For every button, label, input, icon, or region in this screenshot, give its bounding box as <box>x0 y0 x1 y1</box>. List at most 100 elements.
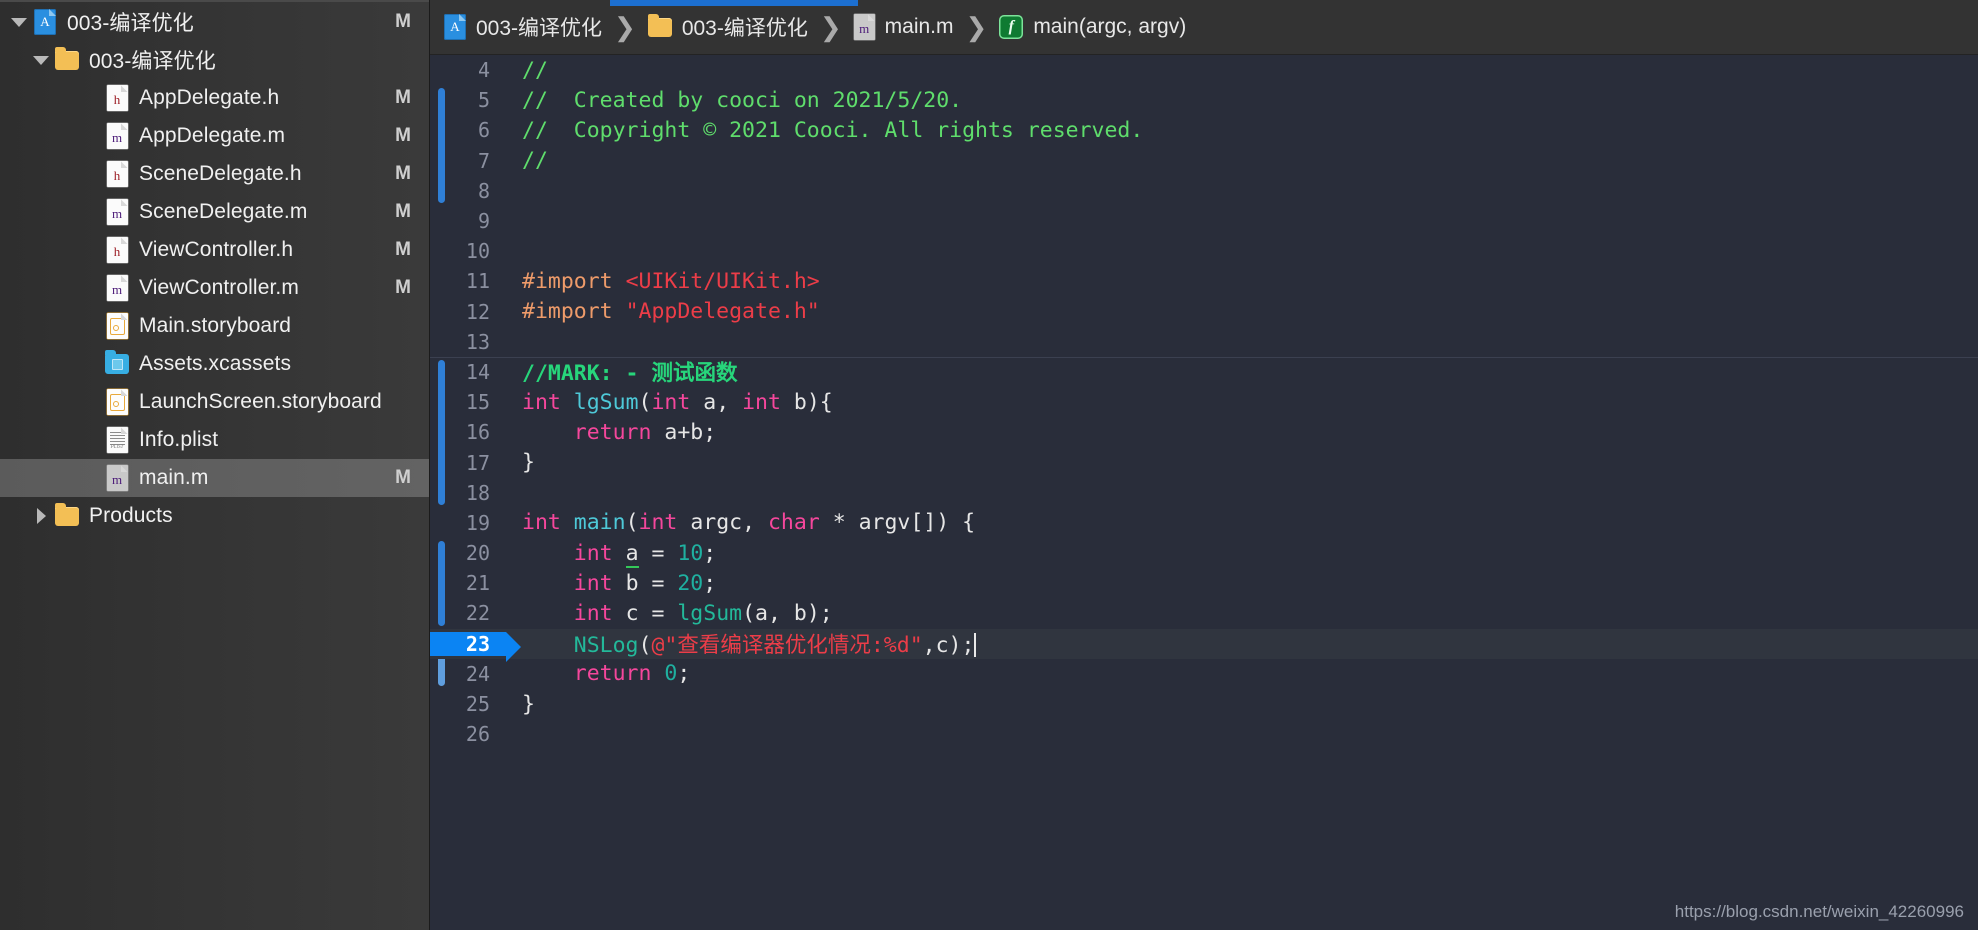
code-text[interactable]: return a+b; <box>506 420 1978 445</box>
code-line-15[interactable]: 15 int lgSum(int a, int b){ <box>430 387 1978 417</box>
code-line-21[interactable]: 21 int b = 20; <box>430 568 1978 598</box>
sidebar-item-appdelegate.h[interactable]: h AppDelegate.h M <box>0 79 429 117</box>
objc-file-icon-grey: m <box>104 465 130 491</box>
line-number[interactable]: 18 <box>430 481 506 505</box>
code-text[interactable]: NSLog(@"查看编译器优化情况:%d",c); <box>506 628 1978 659</box>
code-text[interactable]: int b = 20; <box>506 571 1978 596</box>
status-badge: M <box>395 125 411 146</box>
sidebar-item-assets.xcassets[interactable]: Assets.xcassets <box>0 345 429 383</box>
sidebar-item-info.plist[interactable]: PLIST Info.plist <box>0 421 429 459</box>
code-text[interactable]: // Copyright © 2021 Cooci. All rights re… <box>506 118 1978 143</box>
code-text[interactable]: int c = lgSum(a, b); <box>506 601 1978 626</box>
breadcrumb-item-1[interactable]: 003-编译优化 <box>647 12 808 42</box>
chevron-down-icon[interactable] <box>6 17 32 27</box>
code-line-16[interactable]: 16 return a+b; <box>430 417 1978 447</box>
sidebar-item-launchscreen.storyboard[interactable]: LaunchScreen.storyboard <box>0 383 429 421</box>
code-line-12[interactable]: 12 #import "AppDelegate.h" <box>430 297 1978 327</box>
project-navigator-list[interactable]: 003-编译优化 M 003-编译优化 h AppDelegate.h Mm AppDele… <box>0 3 429 535</box>
code-line-26[interactable]: 26 <box>430 719 1978 749</box>
source-editor[interactable]: 4 // 5 // Created by cooci on 2021/5/20. 6 //… <box>430 55 1978 930</box>
code-text[interactable]: #import "AppDelegate.h" <box>506 299 1978 324</box>
code-line-9[interactable]: 9 <box>430 206 1978 236</box>
line-number[interactable]: 12 <box>430 300 506 324</box>
code-text[interactable]: #import <UIKit/UIKit.h> <box>506 269 1978 294</box>
code-text[interactable]: // <box>506 148 1978 173</box>
code-line-14[interactable]: 14 //MARK: - 测试函数 <box>430 356 1978 387</box>
code-line-18[interactable]: 18 <box>430 478 1978 508</box>
sidebar-item-003[interactable]: 003-编译优化 <box>0 41 429 79</box>
code-token: } <box>522 691 535 717</box>
sidebar-item-products[interactable]: Products <box>0 497 429 535</box>
line-number[interactable]: 8 <box>430 179 506 203</box>
sidebar-item-appdelegate.m[interactable]: m AppDelegate.m M <box>0 117 429 155</box>
line-number[interactable]: 26 <box>430 722 506 746</box>
sidebar-item-003[interactable]: 003-编译优化 M <box>0 3 429 41</box>
code-token: ; <box>703 570 717 596</box>
line-number[interactable]: 9 <box>430 209 506 233</box>
code-line-22[interactable]: 22 int c = lgSum(a, b); <box>430 598 1978 628</box>
code-line-13[interactable]: 13 <box>430 327 1978 357</box>
code-line-11[interactable]: 11 #import <UIKit/UIKit.h> <box>430 266 1978 296</box>
code-line-19[interactable]: 19 int main(int argc, char * argv[]) { <box>430 508 1978 538</box>
breadcrumb[interactable]: 003-编译优化 ❯ 003-编译优化 ❯ m main.m ❯ f main(argc, ar… <box>444 12 1186 43</box>
line-number[interactable]: 13 <box>430 330 506 354</box>
code-text[interactable]: int a = 10; <box>506 540 1978 568</box>
code-line-8[interactable]: 8 <box>430 176 1978 206</box>
line-number[interactable]: 22 <box>430 601 506 625</box>
code-line-5[interactable]: 5 // Created by cooci on 2021/5/20. <box>430 85 1978 115</box>
line-number[interactable]: 25 <box>430 692 506 716</box>
line-number[interactable]: 10 <box>430 239 506 263</box>
line-number[interactable]: 15 <box>430 390 506 414</box>
line-number[interactable]: 5 <box>430 88 506 112</box>
sidebar-item-main.m[interactable]: m main.m M <box>0 459 429 497</box>
code-text[interactable]: // Created by cooci on 2021/5/20. <box>506 88 1978 113</box>
sidebar-item-label: SceneDelegate.h <box>139 162 302 185</box>
code-token: c = <box>612 600 678 626</box>
code-text[interactable]: //MARK: - 测试函数 <box>506 356 1978 387</box>
breadcrumb-item-2[interactable]: m main.m <box>853 14 954 40</box>
sidebar-item-main.storyboard[interactable]: Main.storyboard <box>0 307 429 345</box>
code-line-7[interactable]: 7 // <box>430 146 1978 176</box>
line-number[interactable]: 19 <box>430 511 506 535</box>
code-text[interactable]: int main(int argc, char * argv[]) { <box>506 510 1978 535</box>
code-line-17[interactable]: 17} <box>430 447 1978 477</box>
sidebar-item-label: 003-编译优化 <box>89 50 216 73</box>
breadcrumb-item-3[interactable]: f main(argc, argv) <box>999 15 1186 39</box>
sidebar-item-scenedelegate.h[interactable]: h SceneDelegate.h M <box>0 155 429 193</box>
code-token: NSLog <box>573 633 639 659</box>
code-text[interactable]: } <box>506 450 1978 475</box>
code-text[interactable]: } <box>506 692 1978 717</box>
code-line-4[interactable]: 4 // <box>430 55 1978 85</box>
code-line-20[interactable]: 20 int a = 10; <box>430 538 1978 568</box>
line-number[interactable]: 14 <box>430 360 506 384</box>
line-number[interactable]: 23 <box>430 631 521 662</box>
code-line-24[interactable]: 24 return 0; <box>430 659 1978 689</box>
code-line-23[interactable]: 23 NSLog(@"查看编译器优化情况:%d",c); <box>430 628 1978 662</box>
sidebar-item-scenedelegate.m[interactable]: m SceneDelegate.m M <box>0 193 429 231</box>
project-navigator[interactable]: 003-编译优化 M 003-编译优化 h AppDelegate.h Mm AppDele… <box>0 0 430 930</box>
line-number[interactable]: 16 <box>430 420 506 444</box>
sidebar-item-viewcontroller.h[interactable]: h ViewController.h M <box>0 231 429 269</box>
code-line-10[interactable]: 10 <box>430 236 1978 266</box>
line-number[interactable]: 21 <box>430 571 506 595</box>
code-token: int <box>651 389 691 415</box>
line-number[interactable]: 6 <box>430 118 506 142</box>
breadcrumb-item-0[interactable]: 003-编译优化 <box>444 12 602 42</box>
sidebar-item-viewcontroller.m[interactable]: m ViewController.m M <box>0 269 429 307</box>
line-number[interactable]: 4 <box>430 58 506 82</box>
line-number[interactable]: 24 <box>430 662 506 686</box>
line-number[interactable]: 20 <box>430 541 506 565</box>
code-line-6[interactable]: 6 // Copyright © 2021 Cooci. All rights r… <box>430 115 1978 145</box>
code-text[interactable]: return 0; <box>506 661 1978 686</box>
code-line-25[interactable]: 25} <box>430 689 1978 719</box>
line-number[interactable]: 11 <box>430 269 506 293</box>
chevron-right-icon[interactable] <box>28 508 54 524</box>
jump-bar[interactable]: 003-编译优化 ❯ 003-编译优化 ❯ m main.m ❯ f main(argc, ar… <box>430 0 1978 55</box>
line-number[interactable]: 7 <box>430 149 506 173</box>
code-lines[interactable]: 4 // 5 // Created by cooci on 2021/5/20. 6 //… <box>430 55 1978 749</box>
breadcrumb-separator-icon: ❯ <box>614 11 636 42</box>
line-number[interactable]: 17 <box>430 451 506 475</box>
chevron-down-icon[interactable] <box>28 55 54 65</box>
code-text[interactable]: int lgSum(int a, int b){ <box>506 390 1978 415</box>
code-text[interactable]: // <box>506 58 1978 83</box>
